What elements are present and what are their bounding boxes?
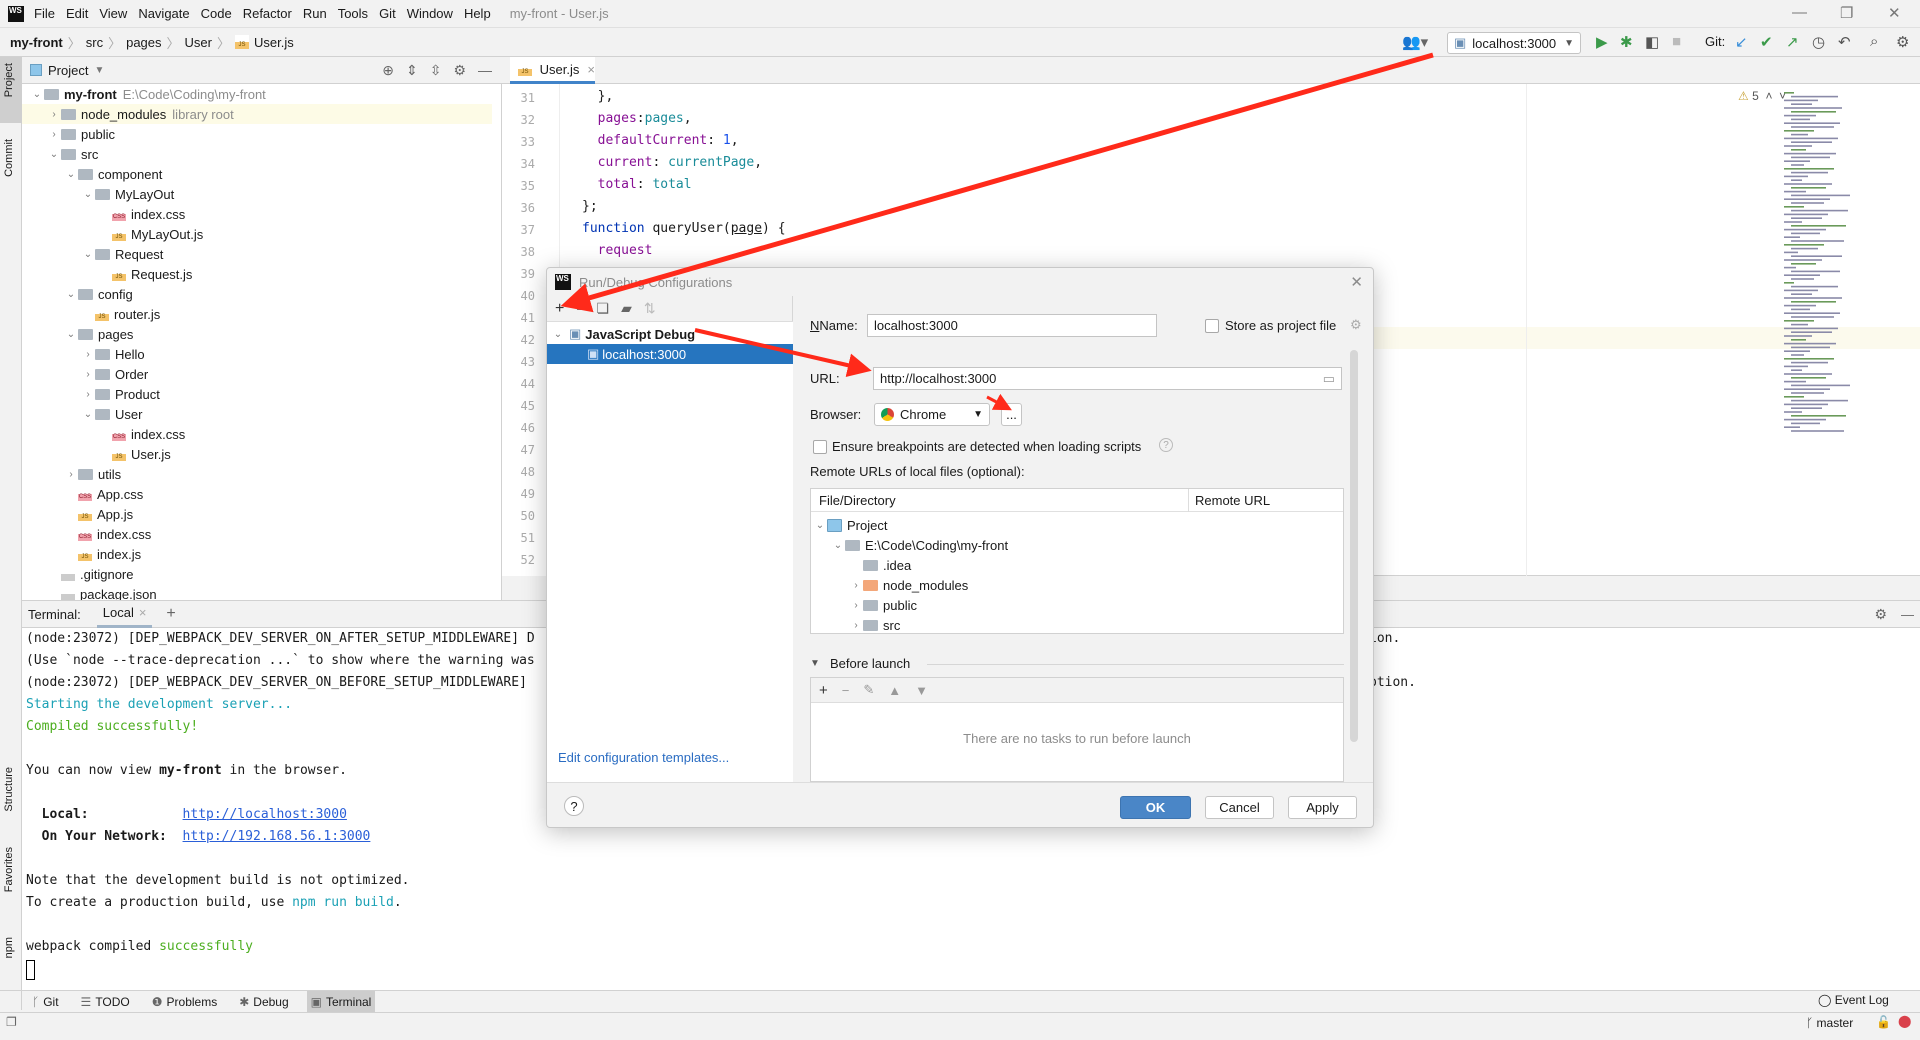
annotation-arrows [560,52,1434,411]
arrow-to-add [560,52,1434,313]
arrow-to-url [694,328,872,378]
arrow-to-browser-settings [986,393,1012,411]
